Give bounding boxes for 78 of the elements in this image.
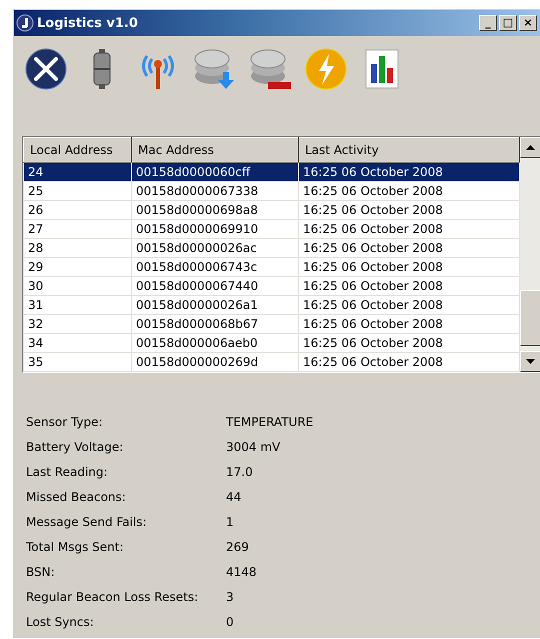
- column-header[interactable]: Mac Address: [132, 138, 298, 162]
- table-row[interactable]: 31 00158d00000026a1 16:25 06 October 2008: [24, 296, 520, 314]
- up-arrow-icon: [526, 145, 535, 150]
- table-row[interactable]: 32 00158d0000068b67 16:25 06 October 2008: [24, 314, 520, 334]
- table-cell: 35: [24, 352, 132, 372]
- field-value: 3: [226, 589, 235, 606]
- table-cell: 00158d000000269d: [132, 352, 298, 372]
- field-value: 0: [226, 614, 235, 631]
- scroll-down-button[interactable]: [520, 351, 540, 372]
- table-cell: 16:25 06 October 2008: [298, 182, 520, 200]
- close-button[interactable]: ×: [519, 15, 537, 31]
- field-value: TEMPERATURE: [226, 414, 314, 431]
- table-cell: 31: [24, 296, 132, 314]
- field-value: 3004 mV: [226, 439, 282, 456]
- field-value: 17.0: [226, 464, 254, 481]
- database-remove-icon[interactable]: [249, 48, 291, 90]
- minimize-button[interactable]: _: [479, 15, 497, 31]
- table-cell: 00158d0000060cff: [132, 162, 298, 182]
- table-cell: 16:25 06 October 2008: [298, 220, 520, 238]
- field-label: Sensor Type:: [26, 414, 104, 431]
- table-cell: 00158d000006743c: [132, 258, 298, 276]
- table-row[interactable]: 25 00158d0000067338 16:25 06 October 2008: [24, 182, 520, 200]
- table-cell: 29: [24, 258, 132, 276]
- scroll-thumb[interactable]: [520, 290, 540, 346]
- field-label: BSN:: [26, 564, 56, 581]
- table-cell: 25: [24, 182, 132, 200]
- table-row[interactable]: 24 00158d0000060cff 16:25 06 October 2008: [24, 162, 520, 182]
- table-row[interactable]: 34 00158d000006aeb0 16:25 06 October 2008: [24, 334, 520, 352]
- table-cell: 00158d000006aeb0: [132, 334, 298, 352]
- window-title: Logistics v1.0: [37, 16, 139, 30]
- table-cell: 16:25 06 October 2008: [298, 296, 520, 314]
- table-cell: 16:25 06 October 2008: [298, 334, 520, 352]
- scroll-up-button[interactable]: [520, 137, 540, 158]
- field-label: Battery Voltage:: [26, 439, 124, 456]
- table-cell: 16:25 06 October 2008: [298, 276, 520, 296]
- table-cell: 16:25 06 October 2008: [298, 238, 520, 258]
- maximize-button[interactable]: □: [499, 15, 517, 31]
- column-header[interactable]: Last Activity: [298, 138, 520, 162]
- tools-icon[interactable]: [25, 48, 67, 90]
- table-cell: 34: [24, 334, 132, 352]
- field-label: Missed Beacons:: [26, 489, 127, 506]
- table-cell: 00158d0000067440: [132, 276, 298, 296]
- table-cell: 16:25 06 October 2008: [298, 258, 520, 276]
- field-label: Message Send Fails:: [26, 514, 148, 531]
- table-cell: 32: [24, 314, 132, 334]
- field-label: Total Msgs Sent:: [26, 539, 124, 556]
- table-row[interactable]: 28 00158d00000026ac 16:25 06 October 2008: [24, 238, 520, 258]
- table-cell: 00158d0000067338: [132, 182, 298, 200]
- table-cell: 00158d0000069910: [132, 220, 298, 238]
- field-value: 1: [226, 514, 235, 531]
- table-cell: 24: [24, 162, 132, 182]
- table-row[interactable]: 26 00158d00000698a8 16:25 06 October 2008: [24, 200, 520, 220]
- field-label: Regular Beacon Loss Resets:: [26, 589, 200, 606]
- table-cell: 16:25 06 October 2008: [298, 200, 520, 220]
- down-arrow-icon: [526, 359, 535, 364]
- scrollbar[interactable]: [520, 137, 540, 372]
- table-cell: 16:25 06 October 2008: [298, 352, 520, 372]
- app-icon: [16, 14, 34, 32]
- table-cell: 30: [24, 276, 132, 296]
- field-label: Lost Syncs:: [26, 614, 95, 631]
- table-row[interactable]: 29 00158d000006743c 16:25 06 October 2008: [24, 258, 520, 276]
- table-row[interactable]: 27 00158d0000069910 16:25 06 October 2008: [24, 220, 520, 238]
- table-row[interactable]: 30 00158d0000067440 16:25 06 October 2008: [24, 276, 520, 296]
- field-value: 44: [226, 489, 242, 506]
- table-cell: 16:25 06 October 2008: [298, 314, 520, 334]
- table-cell: 00158d00000698a8: [132, 200, 298, 220]
- table-cell: 00158d00000026ac: [132, 238, 298, 258]
- table-cell: 00158d00000026a1: [132, 296, 298, 314]
- field-value: 4148: [226, 564, 258, 581]
- field-value: 269: [226, 539, 250, 556]
- table-cell: 26: [24, 200, 132, 220]
- table-row[interactable]: 35 00158d000000269d 16:25 06 October 2008: [24, 352, 520, 372]
- table-cell: 16:25 06 October 2008: [298, 162, 520, 182]
- field-label: Last Reading:: [26, 464, 109, 481]
- table-cell: 27: [24, 220, 132, 238]
- column-header[interactable]: Local Address: [24, 138, 132, 162]
- table-cell: 00158d0000068b67: [132, 314, 298, 334]
- table-cell: 28: [24, 238, 132, 258]
